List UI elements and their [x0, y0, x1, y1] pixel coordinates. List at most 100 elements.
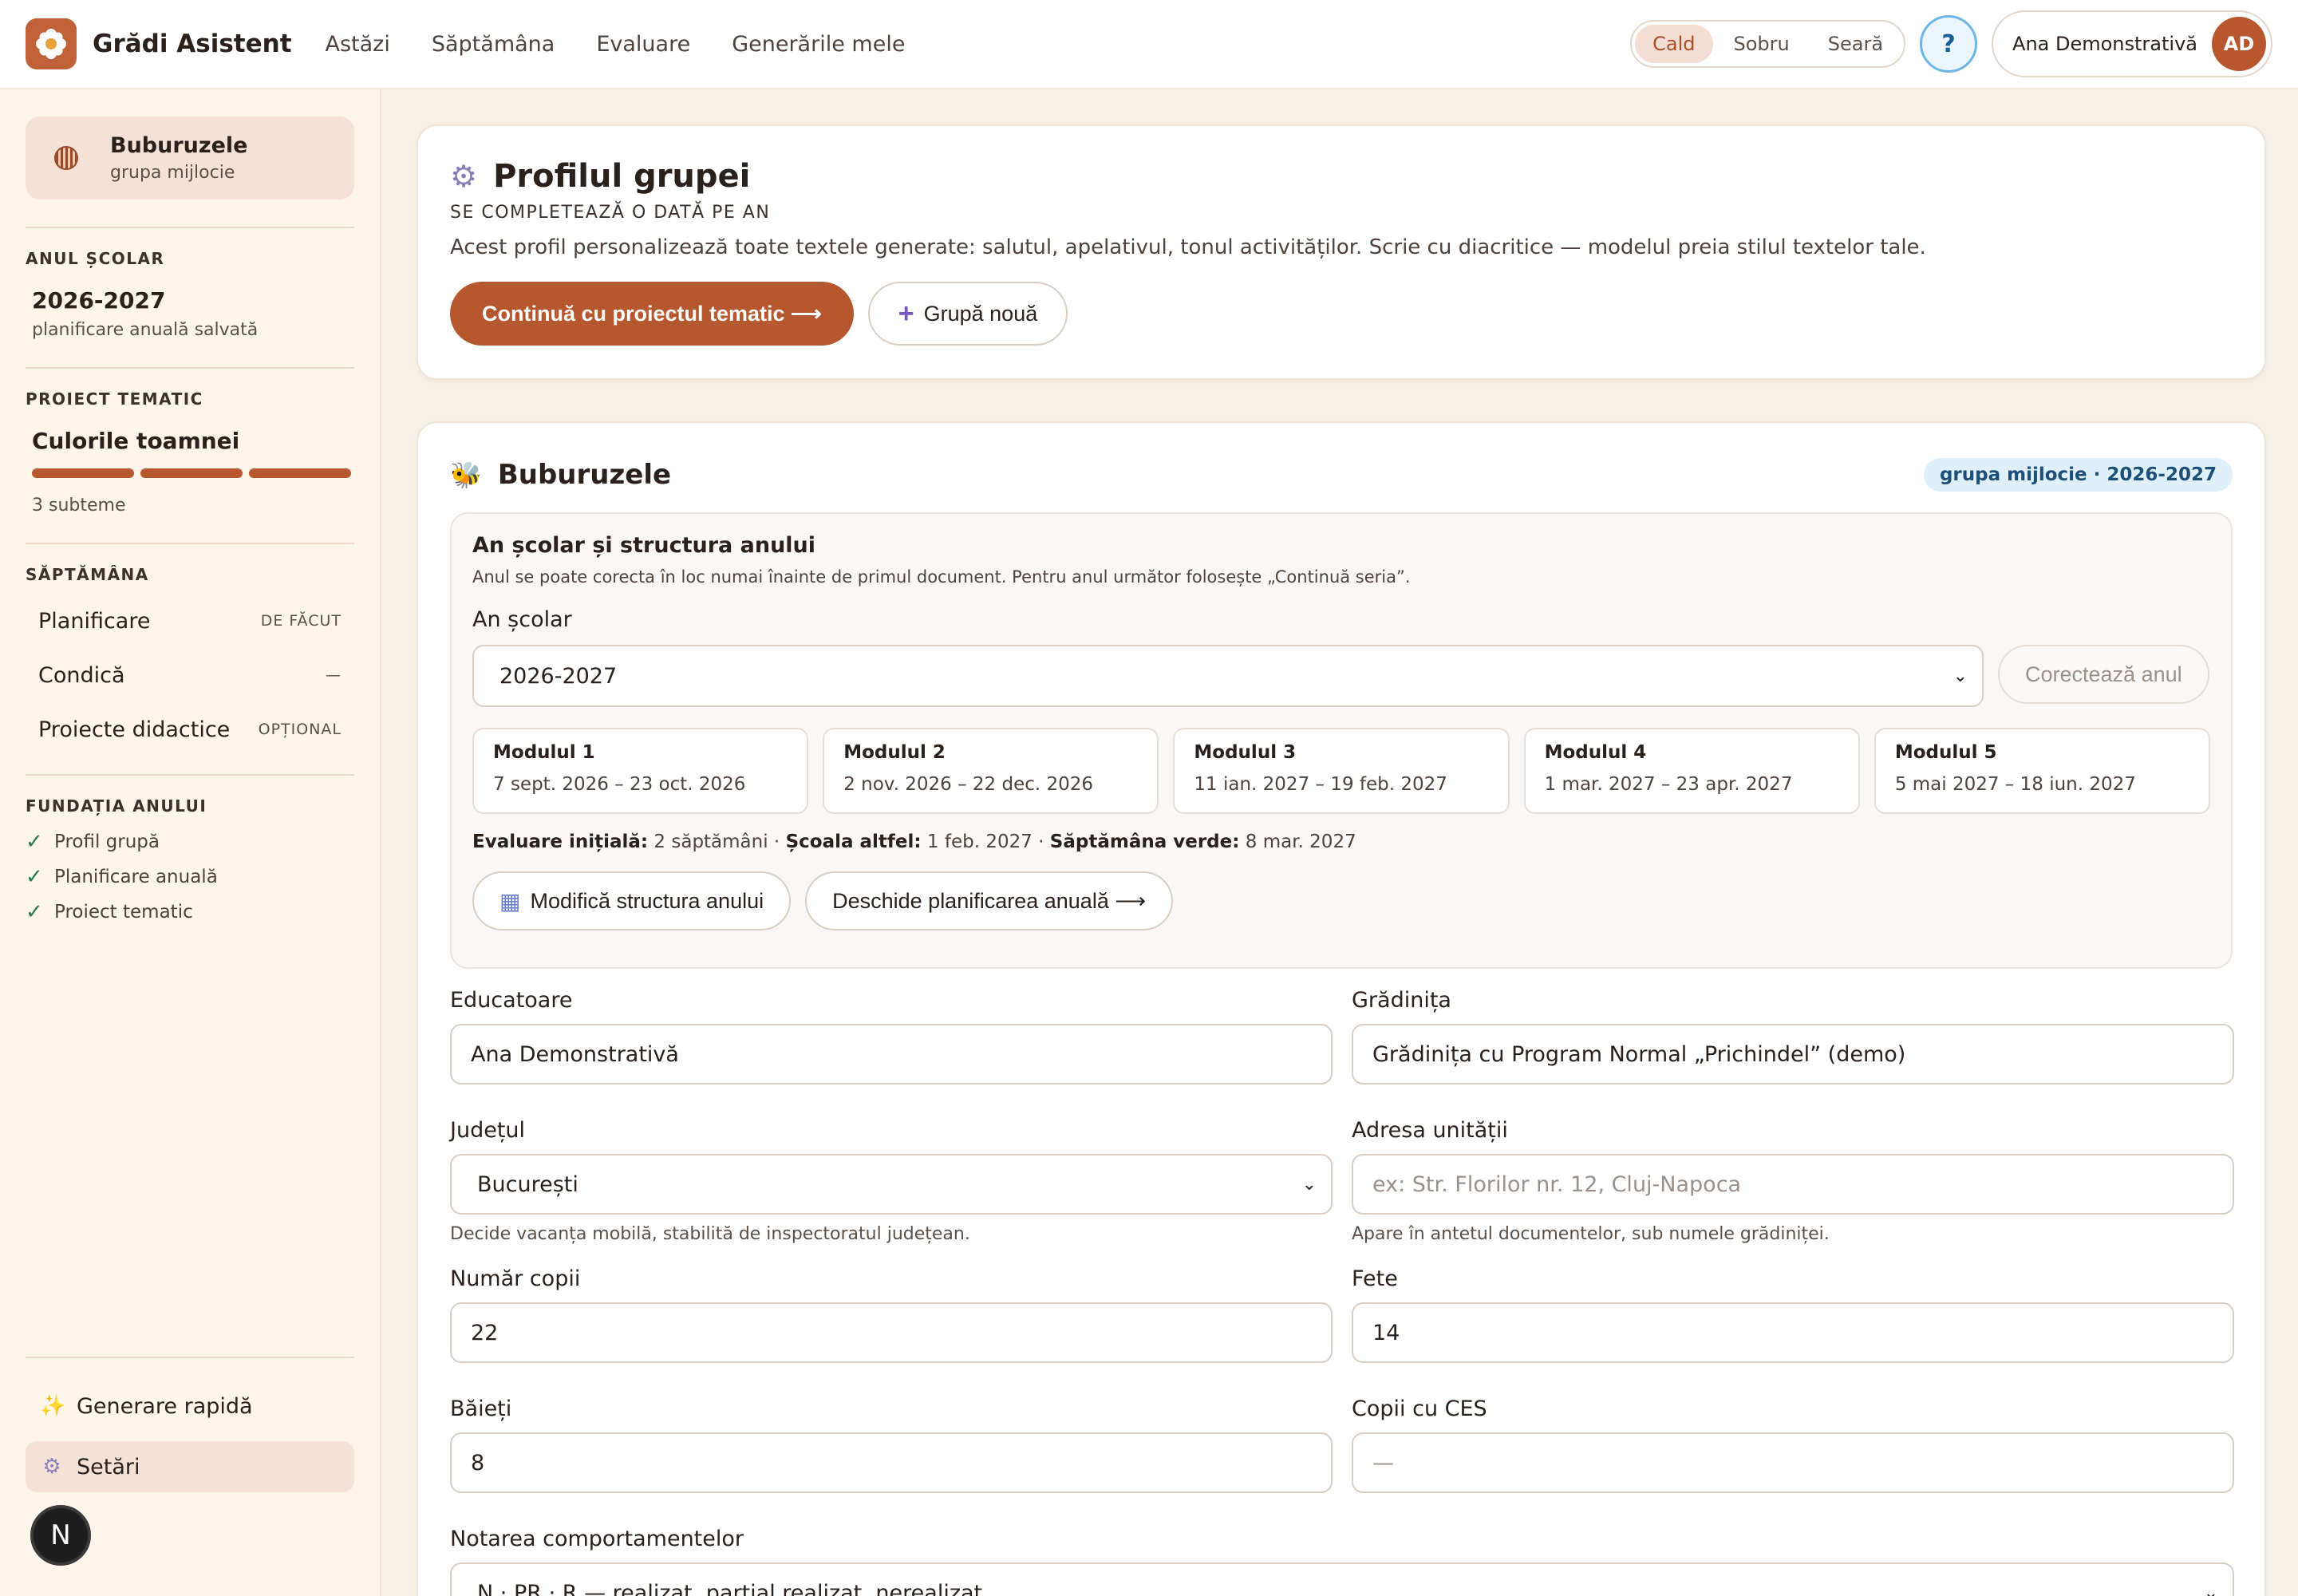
mode-sobru[interactable]: Sobru: [1716, 25, 1807, 63]
correct-year-button[interactable]: Corectează anul: [1998, 645, 2209, 704]
module-card: Modulul 2 2 nov. 2026 – 22 dec. 2026: [823, 728, 1159, 814]
sidebar-item-planificare[interactable]: Planificare DE FĂCUT: [26, 594, 354, 648]
meta-label: Săptămâna verde:: [1049, 832, 1240, 852]
nav-generarile-mele[interactable]: Generările mele: [732, 32, 905, 57]
meta-value: 8 mar. 2027: [1239, 832, 1356, 852]
sidebar-item-label: Proiecte didactice: [38, 717, 231, 742]
educatoare-field[interactable]: Ana Demonstrativă: [450, 1024, 1333, 1084]
avatar: AD: [2212, 17, 2266, 71]
user-menu[interactable]: Ana Demonstrativă AD: [1992, 10, 2272, 77]
foundation-item-proiect[interactable]: ✓ Proiect tematic: [26, 900, 354, 924]
school-year-value[interactable]: 2026-2027: [32, 287, 354, 314]
copii-field[interactable]: 22: [450, 1302, 1333, 1363]
module-title: Modulul 1: [493, 742, 595, 763]
ces-field-group: Copii cu CES —: [1352, 1396, 2234, 1493]
foundation-label: Proiect tematic: [54, 902, 193, 922]
school-year-selected: 2026-2027: [499, 663, 618, 689]
continue-project-button[interactable]: Continuă cu proiectul tematic ⟶: [450, 282, 854, 346]
chevron-down-icon: ⌄: [1301, 1174, 1317, 1195]
baieti-field[interactable]: 8: [450, 1432, 1333, 1493]
year-panel-title: An școlar și structura anului: [472, 533, 816, 558]
status-badge: DE FĂCUT: [260, 612, 342, 630]
nav-astazi[interactable]: Astăzi: [326, 32, 390, 57]
fete-field[interactable]: 14: [1352, 1302, 2234, 1363]
project-subthemes: 3 subteme: [32, 496, 126, 516]
baieti-field-group: Băieți 8: [450, 1396, 1333, 1493]
check-icon: ✓: [26, 900, 43, 924]
school-year-status: planificare anuală salvată: [32, 320, 259, 340]
year-structure-panel: An școlar și structura anului Anul se po…: [450, 512, 2233, 969]
judet-select[interactable]: București ⌄: [450, 1154, 1333, 1215]
notare-label: Notarea comportamentelor: [450, 1527, 744, 1551]
sidebar-item-setari[interactable]: ⚙ Setări: [26, 1441, 354, 1492]
meta-value: 2 săptămâni ·: [648, 832, 786, 852]
module-dates: 7 sept. 2026 – 23 oct. 2026: [493, 774, 746, 795]
theme-mode-switch: Cald Sobru Seară: [1630, 20, 1906, 68]
app-logo[interactable]: [26, 18, 77, 69]
sidebar-group-card[interactable]: Buburuzele grupa mijlocie: [26, 117, 354, 200]
modify-year-structure-button[interactable]: ▦ Modifică structura anului: [472, 871, 792, 930]
foundation-item-planificare[interactable]: ✓ Planificare anuală: [26, 865, 354, 889]
next-dev-badge[interactable]: N: [30, 1505, 91, 1566]
nav-saptamana[interactable]: Săptămâna: [432, 32, 555, 57]
adresa-field-group: Adresa unității ex: Str. Florilor nr. 12…: [1352, 1118, 2234, 1244]
sidebar-item-proiecte-didactice[interactable]: Proiecte didactice OPȚIONAL: [26, 702, 354, 757]
status-badge: OPȚIONAL: [258, 721, 342, 738]
foundation-item-profil[interactable]: ✓ Profil grupă: [26, 830, 354, 854]
gradinita-field[interactable]: Grădinița cu Program Normal „Prichindel”…: [1352, 1024, 2234, 1084]
progress-segment: [140, 468, 243, 478]
ladybug-icon: [54, 146, 78, 170]
flower-icon: [36, 29, 66, 59]
new-group-label: Grupă nouă: [923, 301, 1038, 326]
module-dates: 1 mar. 2027 – 23 apr. 2027: [1544, 774, 1793, 795]
bee-icon: 🐝: [450, 460, 482, 490]
notare-selected: N · PR · R — realizat, parțial realizat,…: [477, 1580, 983, 1596]
sidebar: Buburuzele grupa mijlocie ANUL ȘCOLAR 20…: [0, 89, 381, 1596]
modify-year-label: Modifică structura anului: [530, 888, 764, 913]
chevron-down-icon: ⌄: [1953, 666, 1968, 686]
check-icon: ✓: [26, 830, 43, 854]
module-dates: 11 ian. 2027 – 19 feb. 2027: [1194, 774, 1447, 795]
mode-cald[interactable]: Cald: [1635, 25, 1713, 63]
brand-name[interactable]: Grădi Asistent: [93, 30, 292, 58]
adresa-field[interactable]: ex: Str. Florilor nr. 12, Cluj-Napoca: [1352, 1154, 2234, 1215]
profile-card: ⚙ Profilul grupei SE COMPLETEAZĂ O DATĂ …: [417, 124, 2266, 380]
sparkles-icon: ✨: [40, 1394, 66, 1418]
divider: [26, 227, 354, 228]
nav-evaluare[interactable]: Evaluare: [596, 32, 690, 57]
calendar-icon: ▦: [499, 888, 521, 914]
chevron-down-icon: ⌄: [2203, 1582, 2218, 1596]
sidebar-item-label: Setări: [77, 1454, 140, 1479]
foundation-label: Planificare anuală: [54, 867, 218, 887]
divider: [26, 1357, 354, 1358]
gradinita-label: Grădinița: [1352, 988, 1451, 1013]
educatoare-label: Educatoare: [450, 988, 573, 1013]
help-button[interactable]: ?: [1920, 15, 1978, 73]
sidebar-item-label: Condică: [38, 662, 125, 688]
sidebar-bottom-links: ✨ Generare rapidă ⚙ Setări: [26, 1357, 354, 1492]
open-annual-planning-button[interactable]: Deschide planificarea anuală ⟶: [805, 871, 1174, 930]
mode-seara[interactable]: Seară: [1810, 25, 1901, 63]
sidebar-item-label: Generare rapidă: [77, 1393, 253, 1419]
profile-description: Acest profil personalizează toate textel…: [450, 235, 1926, 259]
school-year-select[interactable]: 2026-2027 ⌄: [472, 645, 1984, 707]
profile-form: Educatoare Ana Demonstrativă Grădinița G…: [450, 988, 2234, 1596]
progress-segment: [249, 468, 351, 478]
copii-field-group: Număr copii 22: [450, 1266, 1333, 1363]
ces-field[interactable]: —: [1352, 1432, 2234, 1493]
gear-icon: ⚙: [42, 1455, 61, 1479]
notare-select[interactable]: N · PR · R — realizat, parțial realizat,…: [450, 1562, 2234, 1596]
module-title: Modulul 3: [1194, 742, 1297, 763]
section-label-saptamana: SĂPTĂMÂNA: [26, 565, 149, 584]
fete-label: Fete: [1352, 1266, 1398, 1291]
project-name[interactable]: Culorile toamnei: [32, 428, 354, 454]
year-special-dates: Evaluare inițială: 2 săptămâni · Școala …: [472, 832, 2210, 852]
group-name: Buburuzele: [110, 133, 248, 158]
sidebar-item-condica[interactable]: Condică —: [26, 648, 354, 702]
sidebar-item-generare-rapida[interactable]: ✨ Generare rapidă: [26, 1381, 354, 1432]
plus-icon: +: [898, 298, 914, 329]
group-card: 🐝 Buburuzele grupa mijlocie · 2026-2027 …: [417, 421, 2266, 1596]
section-label-an-scolar: ANUL ȘCOLAR: [26, 249, 165, 268]
new-group-button[interactable]: + Grupă nouă: [867, 282, 1068, 346]
group-title: Buburuzele: [497, 459, 672, 491]
